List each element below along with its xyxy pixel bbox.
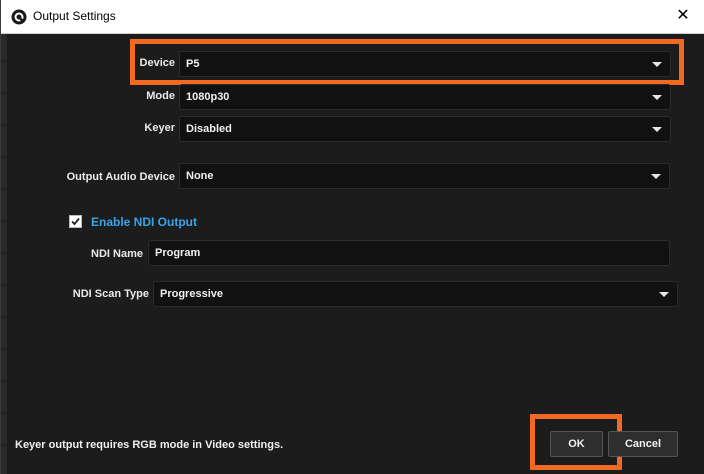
title-bar: Output Settings ✕ [1,0,704,34]
ndi-scan-type-value: Progressive [160,288,223,300]
ndi-scan-type-select[interactable]: Progressive [153,281,678,307]
output-audio-device-select[interactable]: None [179,163,670,189]
keyer-label: Keyer [144,122,175,134]
enable-ndi-label[interactable]: Enable NDI Output [91,215,197,229]
device-value: P5 [186,58,200,70]
chevron-down-icon [652,95,662,100]
mode-select[interactable]: 1080p30 [179,84,671,110]
device-select[interactable]: P5 [179,51,671,77]
chevron-down-icon [659,292,669,297]
ndi-name-input[interactable]: Program [148,240,670,266]
output-audio-device-label: Output Audio Device [66,171,175,183]
device-label: Device [139,57,175,69]
ok-button[interactable]: OK [550,431,603,457]
ndi-name-label: NDI Name [91,248,143,260]
chevron-down-icon [651,174,661,179]
keyer-value: Disabled [186,123,232,135]
ndi-name-value: Program [155,247,201,259]
window-title: Output Settings [33,9,116,23]
app-logo-icon [11,9,27,25]
ndi-scan-type-label: NDI Scan Type [72,288,149,300]
mode-label: Mode [146,90,175,102]
checkmark-icon [71,217,80,226]
cancel-button[interactable]: Cancel [608,431,678,457]
output-audio-device-value: None [186,170,214,182]
enable-ndi-checkbox[interactable] [69,215,82,228]
keyer-select[interactable]: Disabled [179,116,671,142]
output-settings-dialog: Output Settings ✕ Device P5 Mode 1080p30… [0,0,704,474]
mode-value: 1080p30 [186,91,230,103]
chevron-down-icon [652,127,662,132]
close-icon[interactable]: ✕ [669,4,697,28]
background-strip [1,30,7,474]
keyer-note: Keyer output requires RGB mode in Video … [15,439,284,451]
chevron-down-icon [652,62,662,67]
